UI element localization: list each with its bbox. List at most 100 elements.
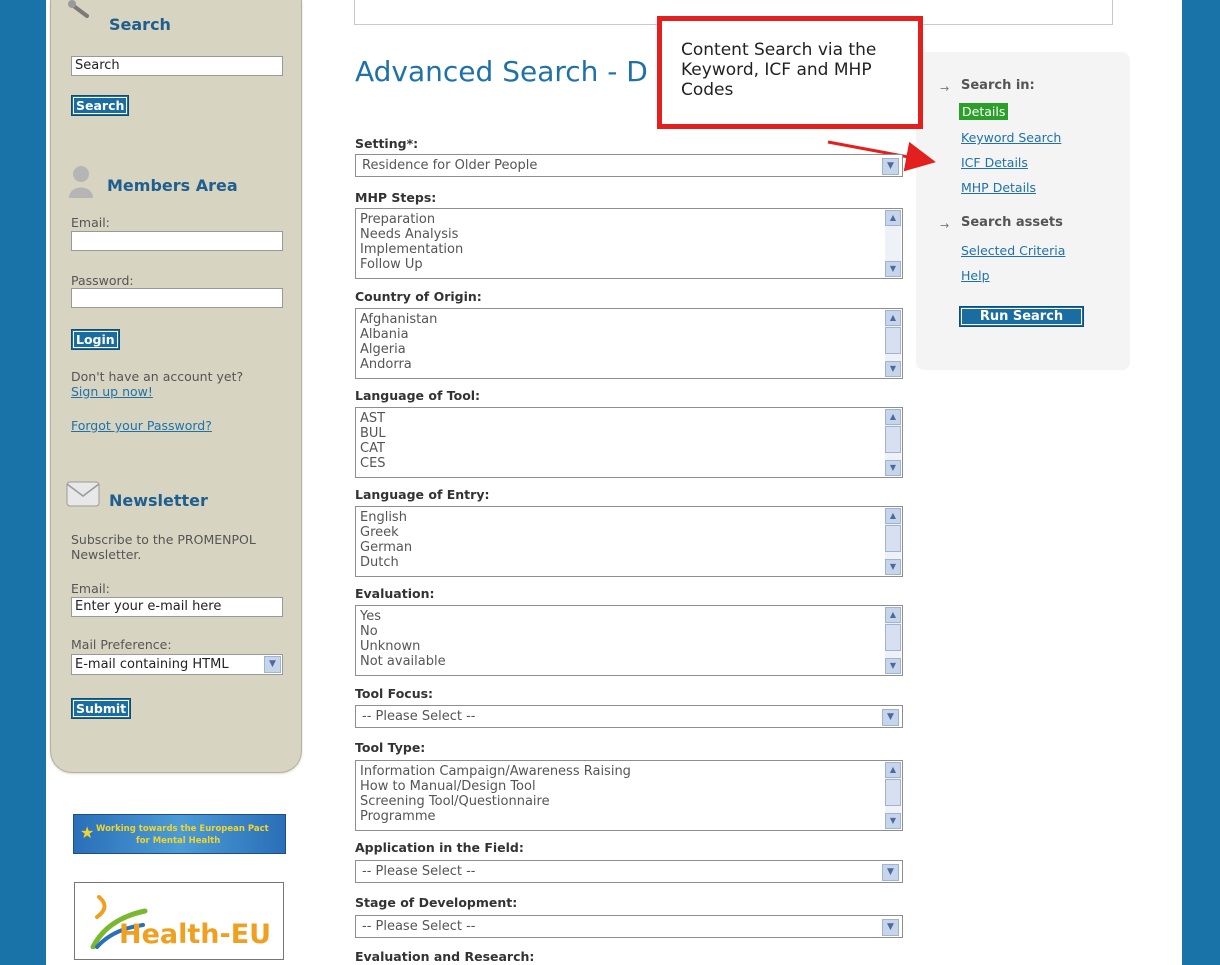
search-in-keyword-link[interactable]: Keyword Search bbox=[961, 130, 1061, 145]
chevron-down-icon[interactable]: ▼ bbox=[882, 709, 899, 726]
tool-type-listbox[interactable]: Information Campaign/Awareness Raising Ho… bbox=[355, 760, 903, 831]
selected-criteria-link[interactable]: Selected Criteria bbox=[961, 243, 1065, 258]
run-search-button[interactable]: Run Search bbox=[959, 306, 1084, 327]
list-option[interactable]: Implementation bbox=[360, 242, 463, 257]
password-field[interactable] bbox=[71, 288, 283, 308]
list-option[interactable]: Preparation bbox=[360, 212, 463, 227]
list-option[interactable]: Yes bbox=[360, 609, 446, 624]
list-option[interactable]: Follow Up bbox=[360, 257, 463, 272]
subscribe-text-line2: Newsletter. bbox=[71, 547, 142, 562]
scroll-thumb[interactable] bbox=[885, 525, 901, 552]
evaluation-and-research-label: Evaluation and Research: bbox=[355, 949, 535, 964]
arrow-right-icon: → bbox=[940, 219, 950, 232]
list-option[interactable]: Albania bbox=[360, 327, 437, 342]
scroll-thumb[interactable] bbox=[885, 779, 901, 806]
search-assets-heading: Search assets bbox=[961, 215, 1063, 230]
scroll-thumb[interactable] bbox=[885, 327, 901, 354]
scrollbar[interactable]: ▲ ▼ bbox=[885, 508, 901, 575]
forgot-password-link[interactable]: Forgot your Password? bbox=[71, 418, 212, 433]
search-input[interactable]: Search bbox=[71, 56, 283, 76]
scroll-down-icon[interactable]: ▼ bbox=[885, 261, 901, 277]
chevron-down-icon[interactable]: ▼ bbox=[882, 158, 899, 175]
health-eu-banner[interactable]: Health-EU bbox=[74, 882, 284, 960]
list-option[interactable]: Not available bbox=[360, 654, 446, 669]
login-button[interactable]: Login bbox=[71, 329, 120, 350]
scroll-down-icon[interactable]: ▼ bbox=[885, 361, 901, 377]
chevron-down-icon[interactable]: ▼ bbox=[882, 919, 899, 936]
scrollbar[interactable]: ▲ ▼ bbox=[885, 310, 901, 377]
scroll-up-icon[interactable]: ▲ bbox=[885, 210, 901, 226]
tool-focus-select[interactable]: -- Please Select -- ▼ bbox=[355, 705, 903, 728]
mail-preference-label: Mail Preference: bbox=[71, 637, 172, 652]
list-option[interactable]: CAT bbox=[360, 441, 386, 456]
scroll-down-icon[interactable]: ▼ bbox=[885, 460, 901, 476]
application-in-the-field-select[interactable]: -- Please Select -- ▼ bbox=[355, 860, 903, 883]
application-in-the-field-value: -- Please Select -- bbox=[362, 864, 476, 879]
scroll-down-icon[interactable]: ▼ bbox=[885, 813, 901, 829]
list-option[interactable]: English bbox=[360, 510, 412, 525]
mental-health-pact-banner[interactable]: ★ Working towards the European Pact for … bbox=[73, 814, 286, 854]
language-of-tool-listbox[interactable]: AST BUL CAT CES ▲ ▼ bbox=[355, 407, 903, 478]
list-option[interactable]: Dutch bbox=[360, 555, 412, 570]
search-in-icf-link[interactable]: ICF Details bbox=[961, 155, 1028, 170]
list-option[interactable]: Information Campaign/Awareness Raising bbox=[360, 764, 631, 779]
page-title: Advanced Search - D bbox=[355, 55, 648, 88]
scrollbar[interactable]: ▲ ▼ bbox=[885, 762, 901, 829]
stage-of-development-select[interactable]: -- Please Select -- ▼ bbox=[355, 915, 903, 938]
setting-select[interactable]: Residence for Older People ▼ bbox=[355, 154, 903, 177]
list-option[interactable]: Screening Tool/Questionnaire bbox=[360, 794, 631, 809]
chevron-down-icon[interactable]: ▼ bbox=[264, 656, 281, 673]
list-option[interactable]: BUL bbox=[360, 426, 386, 441]
country-of-origin-listbox[interactable]: Afghanistan Albania Algeria Andorra ▲ ▼ bbox=[355, 308, 903, 379]
evaluation-listbox[interactable]: Yes No Unknown Not available ▲ ▼ bbox=[355, 605, 903, 676]
mail-preference-select[interactable]: E-mail containing HTML ▼ bbox=[71, 654, 283, 675]
scroll-up-icon[interactable]: ▲ bbox=[885, 508, 901, 524]
search-in-details-active[interactable]: Details bbox=[959, 103, 1009, 120]
search-in-heading: Search in: bbox=[961, 78, 1035, 93]
help-link[interactable]: Help bbox=[961, 268, 990, 283]
signup-link[interactable]: Sign up now! bbox=[71, 384, 153, 399]
list-option[interactable]: Algeria bbox=[360, 342, 437, 357]
scrollbar[interactable]: ▲ ▼ bbox=[885, 210, 901, 277]
list-option[interactable]: German bbox=[360, 540, 412, 555]
health-eu-text: Health-EU bbox=[119, 919, 272, 950]
subscribe-text-line1: Subscribe to the PROMENPOL bbox=[71, 532, 256, 547]
scroll-down-icon[interactable]: ▼ bbox=[885, 658, 901, 674]
mail-preference-value: E-mail containing HTML bbox=[75, 657, 229, 672]
list-option[interactable]: Needs Analysis bbox=[360, 227, 463, 242]
list-option[interactable]: Unknown bbox=[360, 639, 446, 654]
scroll-thumb[interactable] bbox=[885, 624, 901, 651]
language-of-entry-listbox[interactable]: English Greek German Dutch ▲ ▼ bbox=[355, 506, 903, 577]
chevron-down-icon[interactable]: ▼ bbox=[882, 864, 899, 881]
scroll-up-icon[interactable]: ▲ bbox=[885, 607, 901, 623]
banner-pact-line2: for Mental Health bbox=[136, 836, 221, 846]
envelope-icon bbox=[65, 474, 103, 514]
list-option[interactable]: Greek bbox=[360, 525, 412, 540]
submit-button[interactable]: Submit bbox=[71, 698, 132, 719]
scrollbar[interactable]: ▲ ▼ bbox=[885, 409, 901, 476]
language-of-entry-label: Language of Entry: bbox=[355, 487, 490, 502]
newsletter-email-field[interactable]: Enter your e-mail here bbox=[71, 597, 283, 617]
scroll-up-icon[interactable]: ▲ bbox=[885, 762, 901, 778]
list-option[interactable]: No bbox=[360, 624, 446, 639]
magnifier-icon bbox=[67, 0, 93, 24]
search-button[interactable]: Search bbox=[71, 95, 130, 116]
scroll-thumb[interactable] bbox=[885, 426, 901, 453]
list-option[interactable]: Andorra bbox=[360, 357, 437, 372]
user-icon bbox=[67, 164, 95, 204]
password-label: Password: bbox=[71, 273, 134, 288]
list-option[interactable]: How to Manual/Design Tool bbox=[360, 779, 631, 794]
scroll-up-icon[interactable]: ▲ bbox=[885, 409, 901, 425]
list-option[interactable]: Programme bbox=[360, 809, 631, 824]
scroll-up-icon[interactable]: ▲ bbox=[885, 310, 901, 326]
list-option[interactable]: AST bbox=[360, 411, 386, 426]
mhp-steps-listbox[interactable]: Preparation Needs Analysis Implementation F… bbox=[355, 208, 903, 279]
no-account-text: Don't have an account yet? bbox=[71, 369, 244, 384]
scrollbar[interactable]: ▲ ▼ bbox=[885, 607, 901, 674]
search-in-mhp-link[interactable]: MHP Details bbox=[961, 180, 1036, 195]
scroll-down-icon[interactable]: ▼ bbox=[885, 559, 901, 575]
email-field[interactable] bbox=[71, 231, 283, 251]
country-of-origin-label: Country of Origin: bbox=[355, 289, 482, 304]
list-option[interactable]: Afghanistan bbox=[360, 312, 437, 327]
list-option[interactable]: CES bbox=[360, 456, 386, 471]
